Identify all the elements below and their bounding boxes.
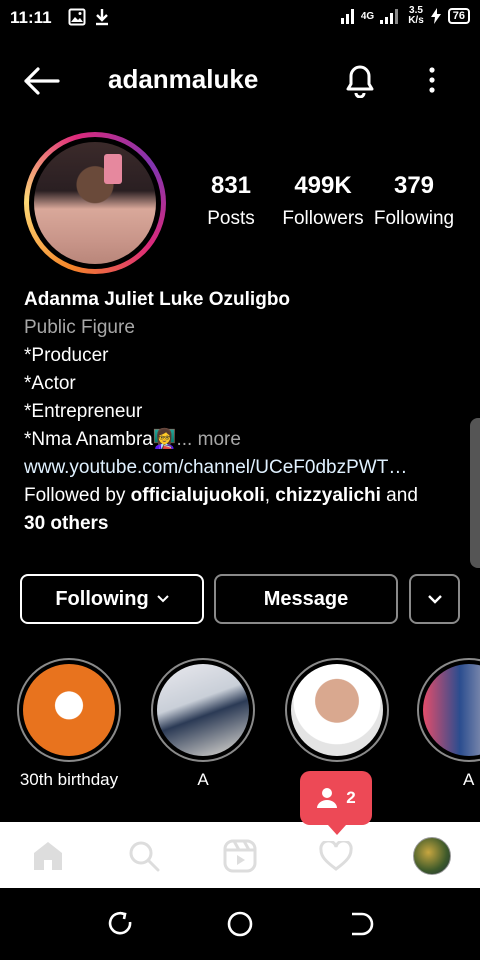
reels-icon <box>223 839 257 873</box>
message-button[interactable]: Message <box>214 574 398 624</box>
highlight-cover <box>417 658 480 762</box>
stat-value: 499K <box>294 172 352 199</box>
highlight-image <box>291 664 383 756</box>
stat-value: 831 <box>210 172 252 199</box>
network-speed: 3.5 K/s <box>408 6 424 26</box>
stat-label: Followers <box>282 208 364 229</box>
followed-by-prefix: Followed by <box>24 485 131 506</box>
person-icon <box>317 788 338 808</box>
highlight-label: A <box>197 770 209 789</box>
signal-strength-icon <box>380 9 399 24</box>
following-button[interactable]: Following <box>20 574 204 624</box>
bio-category: Public Figure <box>24 317 135 338</box>
charging-icon <box>430 8 441 24</box>
profile-bio: Adanma Juliet Luke Ozuligbo Public Figur… <box>24 286 464 538</box>
chevron-down-icon <box>427 595 442 604</box>
nav-search[interactable] <box>124 836 164 876</box>
story-highlight[interactable] <box>285 658 389 770</box>
chevron-down-icon <box>156 595 169 603</box>
system-navigation-bar <box>0 888 480 960</box>
story-highlight[interactable]: A <box>151 658 255 790</box>
stat-label: Posts <box>207 208 255 229</box>
avatar-photo <box>34 142 156 264</box>
message-button-label: Message <box>263 587 349 610</box>
more-options-icon[interactable] <box>420 64 444 96</box>
followed-by: Followed by officialujuokoli, chizzyalic… <box>24 482 464 510</box>
avatar-border <box>29 137 161 269</box>
highlight-cover <box>285 658 389 762</box>
notification-count: 2 <box>346 788 356 807</box>
highlight-image <box>423 664 480 756</box>
followed-user-link[interactable]: officialujuokoli <box>131 485 265 506</box>
nav-home[interactable] <box>28 836 68 876</box>
highlight-label: 30th birthday <box>19 770 119 789</box>
highlight-image <box>157 664 249 756</box>
back-arrow-icon[interactable] <box>22 66 62 96</box>
profile-stats: 831 Posts 499K Followers 379 Following <box>190 172 470 242</box>
bio-last-line: *Nma Anambra👩‍🏫... more <box>24 426 464 454</box>
heart-icon <box>319 841 353 871</box>
profile-avatar-icon <box>413 837 451 875</box>
bottom-navigation <box>0 822 480 888</box>
story-highlight[interactable]: A <box>417 658 480 790</box>
status-bar: 11:11 4G 3.5 K/s 76 <box>0 0 480 36</box>
stat-following[interactable]: 379 Following <box>368 172 460 230</box>
highlight-image <box>23 664 115 756</box>
story-highlight[interactable]: 30th birthday <box>17 658 121 790</box>
network-type: 4G <box>360 10 375 22</box>
nav-reels[interactable] <box>220 836 260 876</box>
followed-separator: , <box>264 485 276 506</box>
highlight-cover <box>17 658 121 762</box>
nav-profile[interactable] <box>412 836 452 876</box>
signal-icon <box>340 9 354 24</box>
status-time: 11:11 <box>10 8 52 27</box>
profile-header: adanmaluke <box>0 50 480 110</box>
followed-and: and <box>380 485 418 506</box>
nav-activity[interactable] <box>316 836 356 876</box>
suggested-accounts-button[interactable] <box>409 574 460 624</box>
stat-label: Following <box>373 208 455 229</box>
network-speed-unit: K/s <box>408 15 424 26</box>
highlight-cover <box>151 658 255 762</box>
home-button-icon[interactable] <box>226 910 254 938</box>
battery-indicator: 76 <box>447 8 470 24</box>
bio-line: *Actor <box>24 373 76 394</box>
follow-request-notification[interactable]: 2 <box>300 771 372 835</box>
search-icon <box>129 841 160 872</box>
home-icon <box>34 842 62 870</box>
highlight-label: A <box>463 770 475 789</box>
stat-posts[interactable]: 831 Posts <box>185 172 277 230</box>
following-button-label: Following <box>55 587 149 610</box>
profile-avatar[interactable] <box>24 132 166 274</box>
bio-line: *Producer <box>24 345 109 366</box>
notification-bell-icon[interactable] <box>340 62 380 98</box>
stat-followers[interactable]: 499K Followers <box>277 172 369 230</box>
back-button-icon[interactable] <box>346 910 374 938</box>
bio-website-link[interactable]: www.youtube.com/channel/UCeF0dbzPWT… <box>24 454 448 482</box>
bio-line: *Nma Anambra👩‍🏫 <box>24 429 177 450</box>
edge-panel-handle[interactable] <box>470 418 480 568</box>
profile-username: adanmaluke <box>108 64 259 94</box>
download-icon <box>96 9 108 26</box>
bio-full-name: Adanma Juliet Luke Ozuligbo <box>24 289 291 310</box>
followed-user-link[interactable]: chizzyalichi <box>275 485 381 506</box>
bio-line: *Entrepreneur <box>24 401 143 422</box>
recent-apps-icon[interactable] <box>106 910 134 938</box>
followed-others-link[interactable]: 30 others <box>24 510 464 538</box>
stat-value: 379 <box>393 172 435 199</box>
bio-more-link[interactable]: ... more <box>177 429 241 450</box>
gallery-icon <box>68 8 86 26</box>
